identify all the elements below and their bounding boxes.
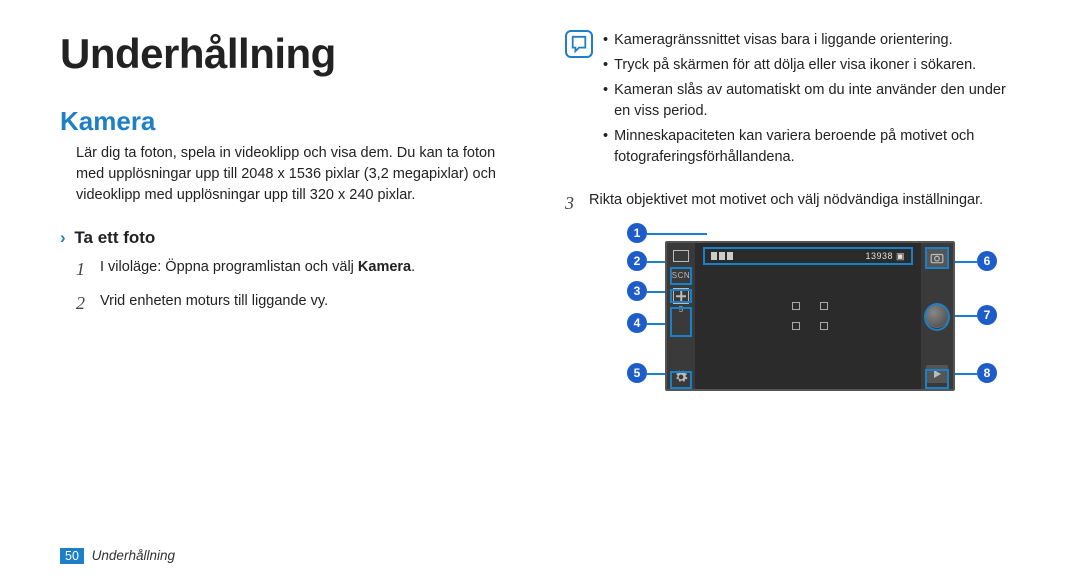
- settings-gear-icon: [674, 370, 688, 389]
- callout-8: 8: [977, 363, 997, 383]
- step-2-text: Vrid enheten moturs till liggande vy.: [100, 290, 328, 318]
- note-item: Tryck på skärmen för att dölja eller vis…: [603, 55, 1020, 76]
- note-item: Minneskapaciteten kan variera beroende p…: [603, 126, 1020, 168]
- switch-camera-icon: [926, 249, 948, 267]
- note-text: Kameran slås av automatiskt om du inte a…: [614, 80, 1020, 122]
- intro-text: Lär dig ta foton, spela in videoklipp oc…: [60, 143, 515, 206]
- callout-line: [647, 291, 667, 293]
- note-text: Tryck på skärmen för att dölja eller vis…: [614, 55, 976, 76]
- gallery-play-icon: [926, 365, 948, 383]
- note-item: Kameran slås av automatiskt om du inte a…: [603, 80, 1020, 122]
- callout-1: 1: [627, 223, 647, 243]
- note-icon: [565, 30, 593, 58]
- callout-line: [647, 323, 667, 325]
- note-item: Kameragränssnittet visas bara i liggande…: [603, 30, 1020, 51]
- exposure-value: 5: [679, 305, 683, 314]
- step-1-text-c: .: [411, 259, 415, 275]
- top-indicators-icon: [711, 252, 733, 260]
- exposure-icon: [673, 288, 689, 304]
- callout-line: [955, 373, 977, 375]
- camera-left-toolbar: SCN 5: [667, 243, 695, 389]
- step-1: 1 I viloläge: Öppna programlistan och vä…: [76, 256, 515, 284]
- callout-line: [955, 261, 977, 263]
- step-number: 2: [76, 290, 90, 318]
- footer-label: Underhållning: [92, 548, 175, 563]
- callout-7: 7: [977, 305, 997, 325]
- callout-5: 5: [627, 363, 647, 383]
- callout-line: [647, 233, 707, 235]
- step-number: 1: [76, 256, 90, 284]
- step-3-text: Rikta objektivet mot motivet och välj nö…: [589, 190, 983, 217]
- page-number: 50: [60, 548, 84, 564]
- note-text: Minneskapaciteten kan variera beroende p…: [614, 126, 1020, 168]
- note-box: Kameragränssnittet visas bara i liggande…: [565, 30, 1020, 172]
- subsection-heading: › Ta ett foto: [60, 228, 515, 248]
- scene-mode-icon: SCN: [672, 271, 690, 280]
- page-title: Underhållning: [60, 30, 515, 78]
- section-heading: Kamera: [60, 106, 515, 137]
- camera-top-bar: 13938▣: [703, 247, 913, 265]
- callout-6: 6: [977, 251, 997, 271]
- shutter-button-icon: [925, 304, 949, 328]
- callout-line: [647, 373, 667, 375]
- step-1-bold: Kamera: [358, 259, 411, 275]
- step-1-text-a: I viloläge: Öppna programlistan och välj: [100, 259, 358, 275]
- note-text: Kameragränssnittet visas bara i liggande…: [614, 30, 953, 51]
- callout-3: 3: [627, 281, 647, 301]
- shot-counter: 13938▣: [865, 251, 905, 262]
- chevron-icon: ›: [60, 228, 66, 247]
- focus-brackets-icon: [792, 302, 828, 330]
- camera-screen: 13938▣ SCN 5: [665, 241, 955, 391]
- step-3: 3 Rikta objektivet mot motivet och välj …: [565, 190, 1020, 217]
- page-footer: 50 Underhållning: [60, 548, 175, 564]
- callout-line: [647, 261, 667, 263]
- step-number: 3: [565, 190, 579, 217]
- shot-counter-value: 13938: [865, 251, 893, 261]
- step-2: 2 Vrid enheten moturs till liggande vy.: [76, 290, 515, 318]
- camera-diagram: 1 2 3 4 5 6 7 8: [635, 229, 1015, 399]
- callout-4: 4: [627, 313, 647, 333]
- callout-2: 2: [627, 251, 647, 271]
- mode-switch-icon: [672, 249, 690, 263]
- subsection-label: Ta ett foto: [74, 228, 155, 247]
- camera-right-toolbar: [921, 243, 953, 389]
- callout-line: [955, 315, 977, 317]
